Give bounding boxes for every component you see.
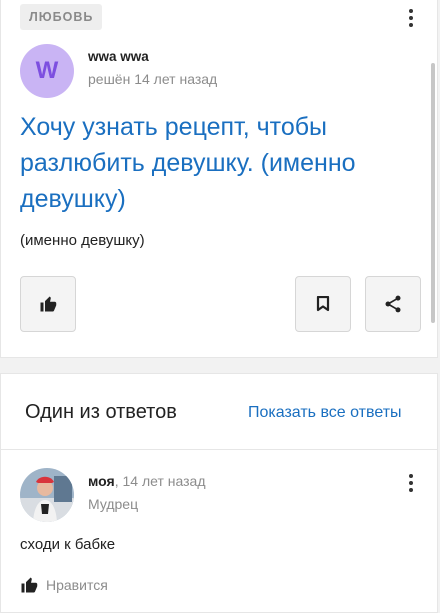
answer-author[interactable]: моя <box>88 473 115 489</box>
category-tag[interactable]: ЛЮБОВЬ <box>20 4 103 30</box>
share-icon <box>385 295 401 313</box>
avatar[interactable]: W <box>20 44 74 98</box>
thumbs-up-icon <box>40 296 57 312</box>
answer-like-button[interactable]: Нравится <box>20 576 108 594</box>
question-status: решён 14 лет назад <box>88 71 218 87</box>
bookmark-button[interactable] <box>295 276 351 332</box>
like-label: Нравится <box>46 577 108 593</box>
show-all-answers-link[interactable]: Показать все ответы <box>248 404 402 422</box>
more-vertical-icon[interactable] <box>401 5 421 31</box>
answer-rank: Мудрец <box>88 496 139 512</box>
divider <box>1 449 437 450</box>
like-button[interactable] <box>20 276 76 332</box>
question-body: (именно девушку) <box>20 232 145 249</box>
answers-heading: Один из ответов <box>25 401 177 423</box>
scrollbar[interactable] <box>431 63 435 323</box>
more-vertical-icon[interactable] <box>401 470 421 496</box>
answer-avatar[interactable] <box>20 468 74 522</box>
question-title[interactable]: Хочу узнать рецепт, чтобы разлюбить деву… <box>20 109 420 217</box>
answers-card: Один из ответов Показать все ответы моя,… <box>0 373 438 613</box>
share-button[interactable] <box>365 276 421 332</box>
answer-time: , 14 лет назад <box>114 473 206 489</box>
author-name[interactable]: wwa wwa <box>88 49 149 64</box>
bookmark-icon <box>316 296 330 312</box>
answer-author-line: моя, 14 лет назад <box>88 473 206 489</box>
question-card: ЛЮБОВЬ W wwa wwa решён 14 лет назад Хочу… <box>0 0 438 358</box>
thumbs-up-icon <box>21 577 38 593</box>
answer-text: сходи к бабке <box>20 536 116 553</box>
